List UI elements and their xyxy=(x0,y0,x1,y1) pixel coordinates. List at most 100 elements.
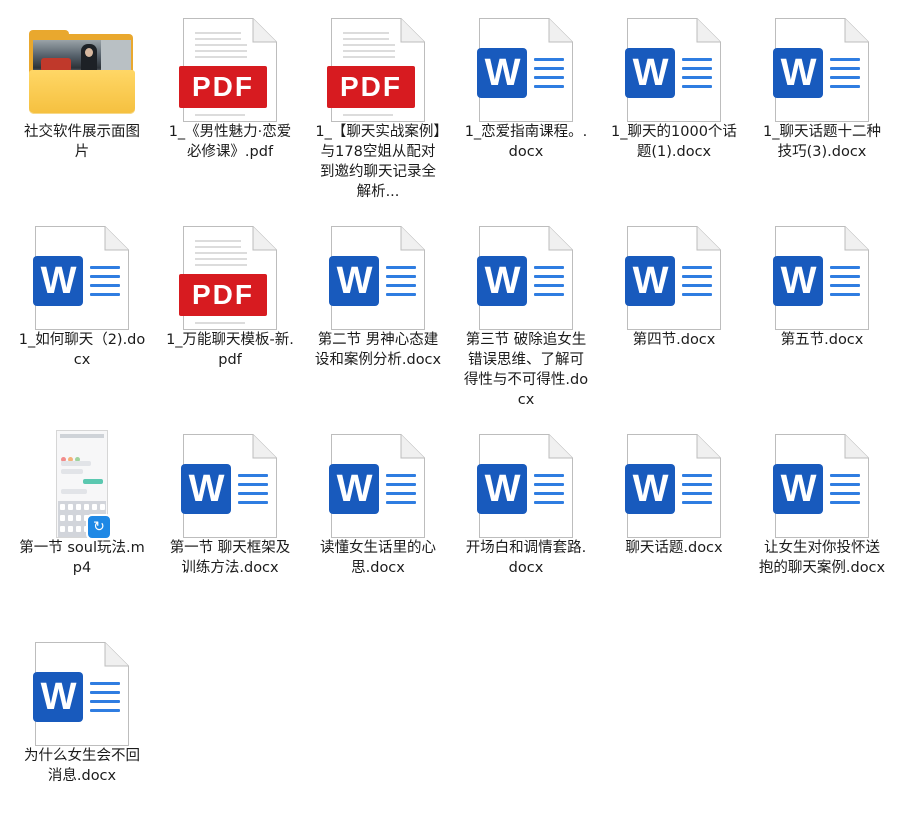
word-file-item[interactable]: W 让女生对你投怀送抱的聊天案例.docx xyxy=(754,420,890,620)
file-grid: 社交软件展示面图片 PDF 1_《男性魅力·恋爱必修课》.pdf PDF 1_【… xyxy=(0,0,909,790)
file-name-label: 为什么女生会不回消息.docx xyxy=(24,748,140,784)
file-thumbnail[interactable] xyxy=(14,18,150,122)
word-document-icon: W xyxy=(773,18,869,122)
file-thumbnail[interactable]: W xyxy=(458,434,594,538)
file-name-label: 1_万能聊天模板-新.pdf xyxy=(166,332,294,368)
word-logo-icon: W xyxy=(773,256,823,306)
text-lines-icon xyxy=(90,266,120,302)
word-logo-icon: W xyxy=(625,464,675,514)
pdf-logo-icon: PDF xyxy=(179,274,267,316)
word-logo-icon: W xyxy=(773,464,823,514)
word-file-item[interactable]: W 1_恋爱指南课程。.docx xyxy=(458,4,594,204)
word-logo-icon: W xyxy=(477,256,527,306)
word-file-item[interactable]: W 第三节 破除追女生错误思维、了解可得性与不可得性.docx xyxy=(458,212,594,412)
file-thumbnail[interactable]: W xyxy=(14,226,150,330)
word-file-item[interactable]: W 第一节 聊天框架及训练方法.docx xyxy=(162,420,298,620)
folder-file-item[interactable]: 社交软件展示面图片 xyxy=(14,4,150,204)
word-logo-icon: W xyxy=(477,48,527,98)
pdf-file-item[interactable]: PDF 1_万能聊天模板-新.pdf xyxy=(162,212,298,412)
word-file-item[interactable]: W 读懂女生话里的心思.docx xyxy=(310,420,446,620)
word-file-item[interactable]: W 开场白和调情套路.docx xyxy=(458,420,594,620)
word-document-icon: W xyxy=(181,434,277,538)
file-thumbnail[interactable]: PDF xyxy=(162,226,298,330)
folder-front xyxy=(29,70,135,114)
text-lines-icon xyxy=(534,266,564,302)
word-logo-icon: W xyxy=(625,48,675,98)
file-name-label: 让女生对你投怀送抱的聊天案例.docx xyxy=(758,540,886,576)
file-thumbnail[interactable]: W xyxy=(606,434,742,538)
file-name-label: 聊天话题.docx xyxy=(625,540,723,556)
video-file-item[interactable]: ↻ 第一节 soul玩法.mp4 xyxy=(14,420,150,620)
text-lines-icon xyxy=(682,474,712,510)
word-logo-icon: W xyxy=(33,256,83,306)
word-file-item[interactable]: W 1_聊天话题十二种技巧(3).docx xyxy=(754,4,890,204)
video-thumbnail-icon: ↻ xyxy=(56,430,112,540)
text-lines-icon xyxy=(830,266,860,302)
file-thumbnail[interactable]: W xyxy=(458,18,594,122)
media-player-icon: ↻ xyxy=(86,514,112,540)
word-document-icon: W xyxy=(477,226,573,330)
pdf-document-icon: PDF xyxy=(327,18,425,122)
file-name-label: 第三节 破除追女生错误思维、了解可得性与不可得性.docx xyxy=(463,332,589,408)
word-file-item[interactable]: W 1_如何聊天（2).docx xyxy=(14,212,150,412)
word-document-icon: W xyxy=(33,226,129,330)
file-name-label: 第二节 男神心态建设和案例分析.docx xyxy=(314,332,442,368)
word-file-item[interactable]: W 第五节.docx xyxy=(754,212,890,412)
file-thumbnail[interactable]: W xyxy=(754,434,890,538)
word-file-item[interactable]: W 聊天话题.docx xyxy=(606,420,742,620)
word-document-icon: W xyxy=(773,226,869,330)
word-logo-icon: W xyxy=(181,464,231,514)
file-thumbnail[interactable]: W xyxy=(310,434,446,538)
word-document-icon: W xyxy=(33,642,129,746)
text-lines-icon xyxy=(830,58,860,94)
file-thumbnail[interactable]: W xyxy=(606,18,742,122)
file-thumbnail[interactable]: W xyxy=(754,18,890,122)
word-logo-icon: W xyxy=(625,256,675,306)
text-lines-icon xyxy=(830,474,860,510)
pdf-document-icon: PDF xyxy=(179,18,277,122)
file-name-label: 开场白和调情套路.docx xyxy=(465,540,587,576)
word-logo-icon: W xyxy=(329,464,379,514)
file-name-label: 1_《男性魅力·恋爱必修课》.pdf xyxy=(168,124,292,160)
word-logo-icon: W xyxy=(773,48,823,98)
file-name-label: 读懂女生话里的心思.docx xyxy=(320,540,436,576)
file-name-label: 1_恋爱指南课程。.docx xyxy=(464,124,588,160)
pdf-file-item[interactable]: PDF 1_《男性魅力·恋爱必修课》.pdf xyxy=(162,4,298,204)
pdf-file-item[interactable]: PDF 1_【聊天实战案例】与178空姐从配对到邀约聊天记录全解析... xyxy=(310,4,446,204)
word-file-item[interactable]: W 1_聊天的1000个话题(1).docx xyxy=(606,4,742,204)
pdf-logo-icon: PDF xyxy=(327,66,415,108)
word-logo-icon: W xyxy=(477,464,527,514)
text-lines-icon xyxy=(682,266,712,302)
file-thumbnail[interactable]: W xyxy=(754,226,890,330)
file-name-label: 社交软件展示面图片 xyxy=(24,124,140,160)
word-file-item[interactable]: W 第四节.docx xyxy=(606,212,742,412)
text-lines-icon xyxy=(386,266,416,302)
file-thumbnail[interactable]: W xyxy=(14,642,150,746)
word-file-item[interactable]: W 为什么女生会不回消息.docx xyxy=(14,628,150,828)
file-name-label: 1_聊天的1000个话题(1).docx xyxy=(611,124,737,160)
file-name-label: 1_【聊天实战案例】与178空姐从配对到邀约聊天记录全解析... xyxy=(315,124,441,200)
text-lines-icon xyxy=(534,474,564,510)
text-lines-icon xyxy=(534,58,564,94)
text-lines-icon xyxy=(386,474,416,510)
pdf-document-icon: PDF xyxy=(179,226,277,330)
word-logo-icon: W xyxy=(329,256,379,306)
word-document-icon: W xyxy=(625,434,721,538)
file-thumbnail[interactable]: W xyxy=(458,226,594,330)
word-logo-icon: W xyxy=(33,672,83,722)
file-thumbnail[interactable]: W xyxy=(606,226,742,330)
word-file-item[interactable]: W 第二节 男神心态建设和案例分析.docx xyxy=(310,212,446,412)
file-name-label: 1_如何聊天（2).docx xyxy=(18,332,146,368)
file-thumbnail[interactable]: PDF xyxy=(310,18,446,122)
file-thumbnail[interactable]: W xyxy=(162,434,298,538)
file-name-label: 1_聊天话题十二种技巧(3).docx xyxy=(763,124,881,160)
file-name-label: 第一节 soul玩法.mp4 xyxy=(19,540,145,576)
file-thumbnail[interactable]: W xyxy=(310,226,446,330)
file-name-label: 第四节.docx xyxy=(632,332,716,348)
text-lines-icon xyxy=(682,58,712,94)
file-name-label: 第五节.docx xyxy=(780,332,864,348)
file-thumbnail[interactable]: PDF xyxy=(162,18,298,122)
pdf-logo-icon: PDF xyxy=(179,66,267,108)
file-thumbnail[interactable]: ↻ xyxy=(14,430,150,540)
text-lines-icon xyxy=(238,474,268,510)
